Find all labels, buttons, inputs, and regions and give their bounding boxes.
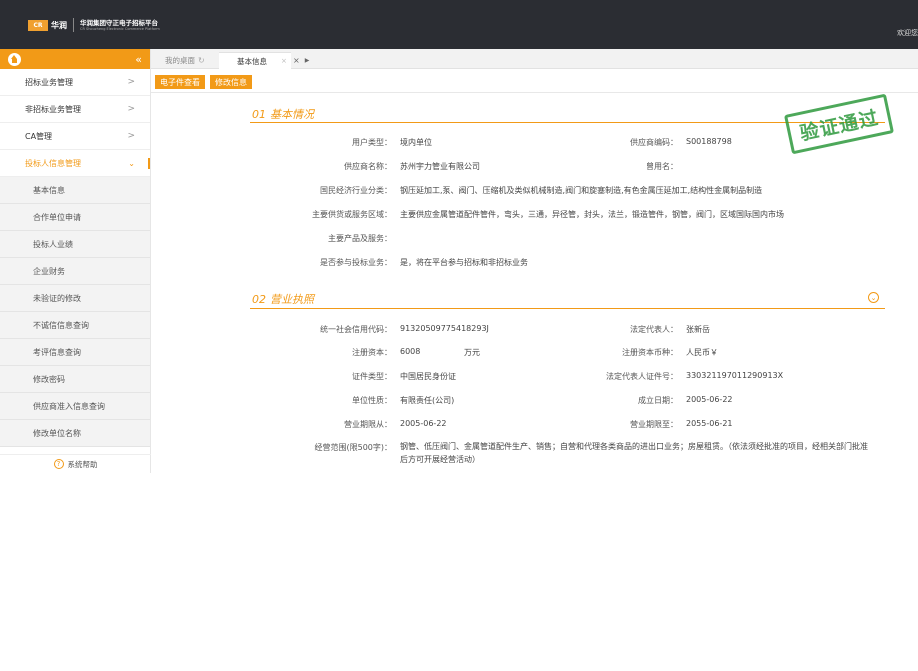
chevron-down-icon[interactable]: ⌄ [868,292,879,303]
capital-value: 6008 [400,347,421,356]
top-bar: CR 华润 华润集团守正电子招标平台 CR Shouzheng Electron… [0,0,918,49]
id-type-label: 证件类型： [352,372,392,381]
industry-label: 国民经济行业分类： [320,186,392,195]
chevron-right-icon: > [127,77,135,87]
founded-label: 成立日期： [638,396,678,405]
term-to-value: 2055-06-21 [686,419,733,428]
logo-text: 华润集团守正电子招标平台 CR Shouzheng Electronic Com… [80,19,160,32]
home-icon[interactable] [8,52,21,66]
credit-code-label: 统一社会信用代码： [320,325,392,334]
supplier-name-label: 供应商名称： [344,162,392,171]
question-icon: ? [53,459,64,469]
sidebar-item-ca[interactable]: CA管理 > [0,123,150,150]
supplier-name-value: 苏州宇力管业有限公司 [400,162,480,171]
logo-cn-text: 华润 [51,20,67,30]
chevron-right-icon: > [127,104,135,114]
sidebar-subitem-rename[interactable]: 修改单位名称 [0,420,150,447]
user-type-label: 用户类型： [352,138,392,147]
scope-value: 钢管、低压阀门、金属管道配件生产、销售；自营和代理各类商品的进出口业务；房屋租赁… [400,442,868,464]
section-basic-title: 01 基本情况 [252,108,314,121]
term-from-value: 2005-06-22 [400,419,447,428]
view-efile-button[interactable]: 电子件查看 [155,75,205,89]
sidebar-subitem-password[interactable]: 修改密码 [0,366,150,393]
nature-label: 单位性质： [352,396,392,405]
scope-label: 经营范围(限500字)： [314,443,392,452]
supplier-code-label: 供应商编码： [630,138,678,147]
sidebar-subitem-partner-apply[interactable]: 合作单位申请 [0,204,150,231]
former-name-label: 曾用名： [646,162,678,171]
term-to-label: 营业期限至： [630,420,678,429]
service-area-value: 主要供应金属管道配件管件，弯头，三通，异径管，封头，法兰，锻造管件，钢管，阀门，… [400,210,784,219]
help-link[interactable]: ? 系统帮助 [0,454,151,473]
refresh-icon[interactable]: ↻ [198,56,205,65]
sidebar-subitem-finance[interactable]: 企业财务 [0,258,150,285]
currency-label: 注册资本币种： [622,348,678,357]
service-area-label: 主要供货或服务区域： [312,210,392,219]
bidding-value: 是，将在平台参与招标和非招标业务 [400,258,528,267]
verified-stamp: 验证通过 [783,93,895,155]
close-icon[interactable]: × [281,57,287,65]
section-license-title: 02 营业执照 [252,293,314,306]
tab-bar: 我的桌面 ↻ 基本信息 × × ▶ [151,49,918,69]
bidding-label: 是否参与投标业务： [320,258,392,267]
legal-rep-value: 张新岳 [686,325,710,334]
sidebar: « 招标业务管理 > 非招标业务管理 > CA管理 > 投标人信息管理 ⌄ 基本… [0,49,151,473]
play-icon[interactable]: ▶ [305,57,310,64]
id-number-label: 法定代表人证件号： [606,372,678,381]
section-license-divider [250,308,885,309]
sidebar-item-bidding[interactable]: 招标业务管理 > [0,69,150,96]
term-from-label: 营业期限从： [344,420,392,429]
tab-desk[interactable]: 我的桌面 ↻ [165,52,205,69]
legal-rep-label: 法定代表人： [630,325,678,334]
chevron-down-icon: ⌄ [128,158,135,168]
logo[interactable]: CR 华润 华润集团守正电子招标平台 CR Shouzheng Electron… [28,18,160,32]
tab-controls: × ▶ [293,52,309,69]
edit-info-button[interactable]: 修改信息 [210,75,252,89]
sidebar-subitem-evaluation[interactable]: 考评信息查询 [0,339,150,366]
industry-value: 钢压延加工,泵、阀门、压缩机及类似机械制造,阀门和旋塞制造,有色金属压延加工,结… [400,186,763,195]
chevron-right-icon: > [127,131,135,141]
nature-value: 有限责任(公司) [400,396,455,405]
sidebar-item-non-bidding[interactable]: 非招标业务管理 > [0,96,150,123]
welcome-text: 欢迎您 [897,29,918,37]
collapse-sidebar-icon[interactable]: « [135,53,142,66]
close-all-icon[interactable]: × [293,56,300,65]
sidebar-item-bidder-info[interactable]: 投标人信息管理 ⌄ [0,150,150,177]
id-type-value: 中国居民身份证 [400,372,456,381]
platform-name-en: CR Shouzheng Electronic Commerce Platfor… [80,26,160,31]
credit-code-value: 91320509775418293J [400,324,489,333]
sidebar-header: « [0,49,150,69]
supplier-code-value: S00188798 [686,137,732,146]
platform-name: 华润集团守正电子招标平台 [80,18,158,27]
products-label: 主要产品及服务： [328,234,392,243]
logo-divider [73,18,74,32]
sidebar-subitem-access[interactable]: 供应商准入信息查询 [0,393,150,420]
user-type-value: 境内单位 [400,138,432,147]
id-number-value: 330321197011290913X [686,371,784,380]
sidebar-subitem-unverified[interactable]: 未验证的修改 [0,285,150,312]
sidebar-subitem-performance[interactable]: 投标人业绩 [0,231,150,258]
founded-value: 2005-06-22 [686,395,733,404]
toolbar-divider [151,92,918,93]
capital-label: 注册资本： [352,348,392,357]
capital-unit: 万元 [464,348,480,357]
sidebar-subitem-dishonesty[interactable]: 不诚信信息查询 [0,312,150,339]
sidebar-subitem-basic-info[interactable]: 基本信息 [0,177,150,204]
logo-mark: CR [28,19,48,31]
tab-basic-info[interactable]: 基本信息 × [219,52,291,69]
currency-value: 人民币￥ [686,348,718,357]
toolbar: 电子件查看 修改信息 [155,75,257,89]
app-root: CR 华润 华润集团守正电子招标平台 CR Shouzheng Electron… [0,0,918,671]
